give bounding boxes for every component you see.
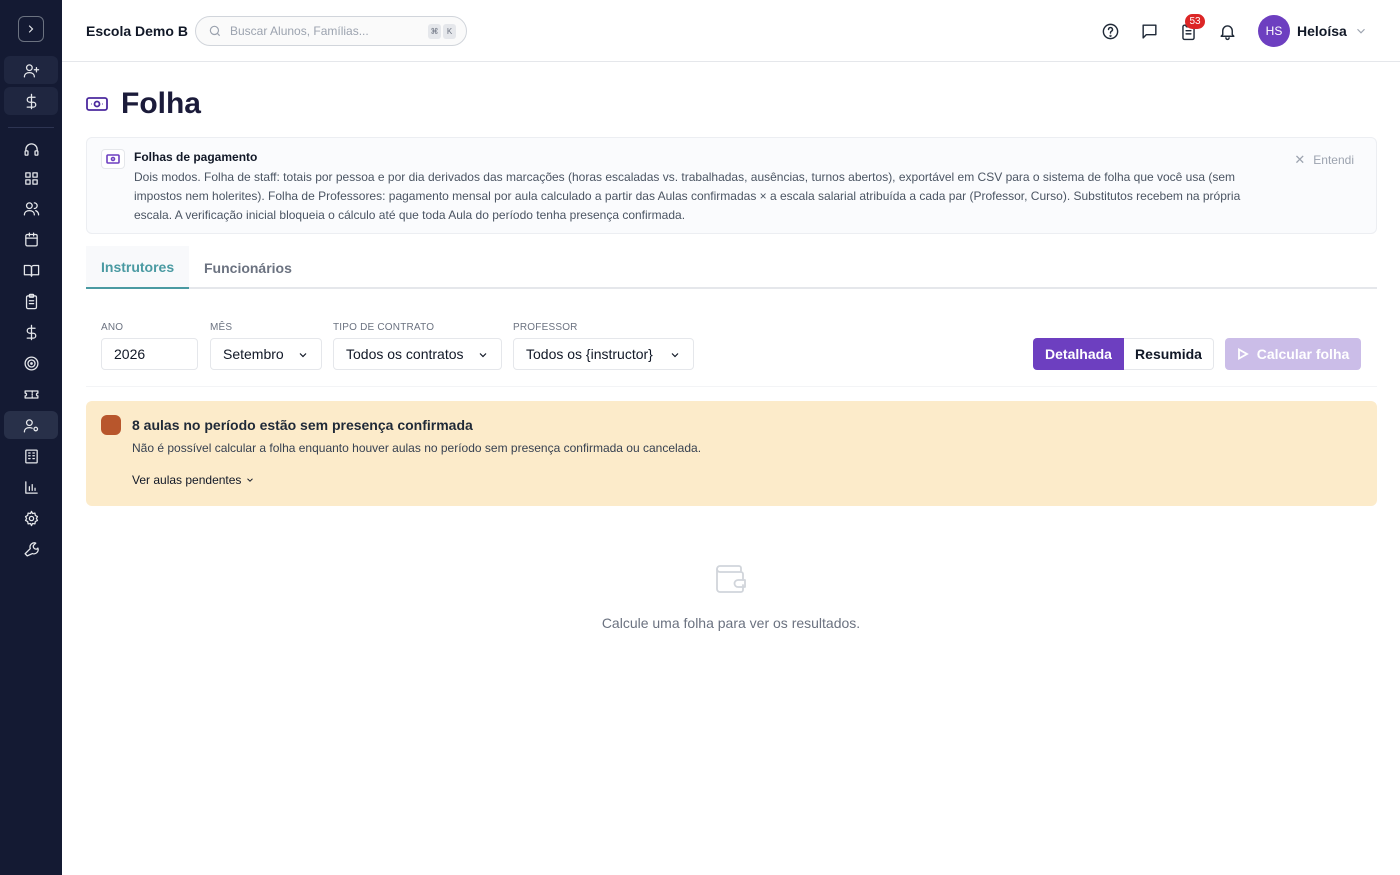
messages-button[interactable]: [1138, 20, 1160, 42]
top-bar: Escola Demo B ⌘ K 53 HS Heloísa: [62, 0, 1400, 62]
warning-icon: [101, 415, 121, 435]
tabs: Instrutores Funcionários: [86, 246, 1377, 289]
help-button[interactable]: [1099, 20, 1121, 42]
user-name[interactable]: Heloísa: [1297, 23, 1347, 39]
sidebar-item-payments[interactable]: [4, 87, 58, 115]
settings-icon: [24, 510, 38, 526]
book-icon: [23, 264, 39, 277]
month-value: Setembro: [223, 346, 284, 362]
warning-text: Não é possível calcular a folha enquanto…: [132, 441, 702, 455]
dismiss-info-button[interactable]: ✕ Entendi: [1294, 152, 1354, 168]
dollar-icon: [26, 324, 36, 340]
banknote-icon: [86, 95, 108, 113]
sidebar-expand-button[interactable]: [18, 16, 44, 42]
year-input[interactable]: 2026: [101, 338, 198, 370]
banknote-icon: [101, 149, 125, 169]
professor-value: Todos os {instructor}: [526, 346, 653, 362]
summary-view-button[interactable]: Resumida: [1124, 338, 1214, 370]
chevron-down-icon: [297, 348, 309, 360]
contract-type-select[interactable]: Todos os contratos: [333, 338, 502, 370]
month-label: MÊS: [210, 322, 233, 333]
chevron-right-icon: [28, 25, 34, 33]
contract-type-value: Todos os contratos: [346, 346, 464, 362]
ticket-icon: [23, 389, 39, 399]
sidebar-item-attendance[interactable]: [4, 287, 58, 315]
search-input[interactable]: [230, 24, 420, 38]
user-menu-chevron[interactable]: [1354, 24, 1368, 38]
calculate-payroll-button[interactable]: Calcular folha: [1225, 338, 1361, 370]
filter-divider: [86, 386, 1377, 387]
chevron-down-icon: [477, 348, 489, 360]
sidebar: [0, 0, 62, 875]
global-search[interactable]: ⌘ K: [195, 16, 467, 46]
close-icon: ✕: [1294, 152, 1306, 167]
sidebar-item-reports[interactable]: [4, 473, 58, 501]
shortcut-key-k: K: [443, 24, 456, 39]
bell-icon: [1219, 24, 1235, 40]
tab-instructors[interactable]: Instrutores: [86, 246, 189, 289]
info-callout: Folhas de pagamento Dois modos. Folha de…: [86, 137, 1377, 234]
professor-select[interactable]: Todos os {instructor}: [513, 338, 694, 370]
chevron-down-icon: [669, 348, 681, 360]
wallet-icon: [713, 561, 749, 597]
users-icon: [23, 201, 39, 216]
calculate-label: Calcular folha: [1256, 346, 1350, 362]
bar-chart-icon: [24, 480, 38, 494]
message-square-icon: [1141, 23, 1157, 39]
view-pending-classes-toggle[interactable]: Ver aulas pendentes: [132, 473, 255, 487]
clipboard-icon: [25, 293, 37, 309]
view-mode-toggle: Detalhada Resumida: [1033, 338, 1214, 370]
calendar-icon: [24, 231, 38, 247]
info-text: Dois modos. Folha de staff: totais por p…: [134, 170, 1241, 222]
warning-title: 8 aulas no período estão sem presença co…: [132, 417, 473, 433]
sidebar-item-people[interactable]: [4, 194, 58, 222]
notification-count-badge: 53: [1185, 14, 1205, 29]
view-pending-classes-label: Ver aulas pendentes: [132, 473, 242, 487]
user-cog-icon: [23, 418, 38, 433]
play-icon: [1237, 348, 1249, 360]
detailed-view-button[interactable]: Detalhada: [1033, 338, 1124, 370]
page-title: Folha: [121, 87, 201, 120]
headset-icon: [23, 142, 39, 156]
year-label: ANO: [101, 322, 124, 333]
notifications-button[interactable]: [1216, 20, 1238, 42]
sidebar-item-finance[interactable]: [4, 318, 58, 346]
sidebar-item-tickets[interactable]: [4, 380, 58, 408]
target-icon: [23, 355, 39, 371]
empty-state-text: Calcule uma folha para ver os resultados…: [601, 615, 861, 631]
contract-type-label: TIPO DE CONTRATO: [333, 322, 435, 333]
search-icon: [209, 25, 221, 37]
wrench-icon: [23, 541, 39, 557]
sidebar-item-organization[interactable]: [4, 442, 58, 470]
help-circle-icon: [1102, 23, 1118, 39]
sidebar-item-support[interactable]: [4, 135, 58, 163]
sidebar-item-courses[interactable]: [4, 256, 58, 284]
sidebar-item-goals[interactable]: [4, 349, 58, 377]
user-plus-icon: [23, 63, 39, 78]
shortcut-key-cmd: ⌘: [428, 24, 441, 39]
chevron-down-icon: [1357, 28, 1365, 34]
dashboard-icon: [24, 171, 38, 185]
info-title: Folhas de pagamento: [134, 150, 258, 164]
unconfirmed-attendance-warning: 8 aulas no período estão sem presença co…: [86, 401, 1377, 506]
sidebar-item-tools[interactable]: [4, 535, 58, 563]
chevron-down-icon: [247, 478, 254, 482]
month-select[interactable]: Setembro: [210, 338, 322, 370]
sidebar-divider: [8, 127, 54, 128]
dollar-icon: [26, 93, 36, 109]
sidebar-item-staff[interactable]: [4, 411, 58, 439]
school-name[interactable]: Escola Demo B: [86, 23, 188, 39]
user-avatar[interactable]: HS: [1258, 15, 1290, 47]
building-icon: [24, 448, 38, 464]
professor-label: PROFESSOR: [513, 322, 578, 333]
sidebar-item-add-student[interactable]: [4, 56, 58, 84]
sidebar-item-dashboard[interactable]: [4, 164, 58, 192]
sidebar-item-calendar[interactable]: [4, 225, 58, 253]
tab-staff[interactable]: Funcionários: [189, 246, 307, 289]
year-value: 2026: [114, 346, 146, 362]
dismiss-label: Entendi: [1313, 153, 1354, 167]
sidebar-item-settings[interactable]: [4, 504, 58, 532]
